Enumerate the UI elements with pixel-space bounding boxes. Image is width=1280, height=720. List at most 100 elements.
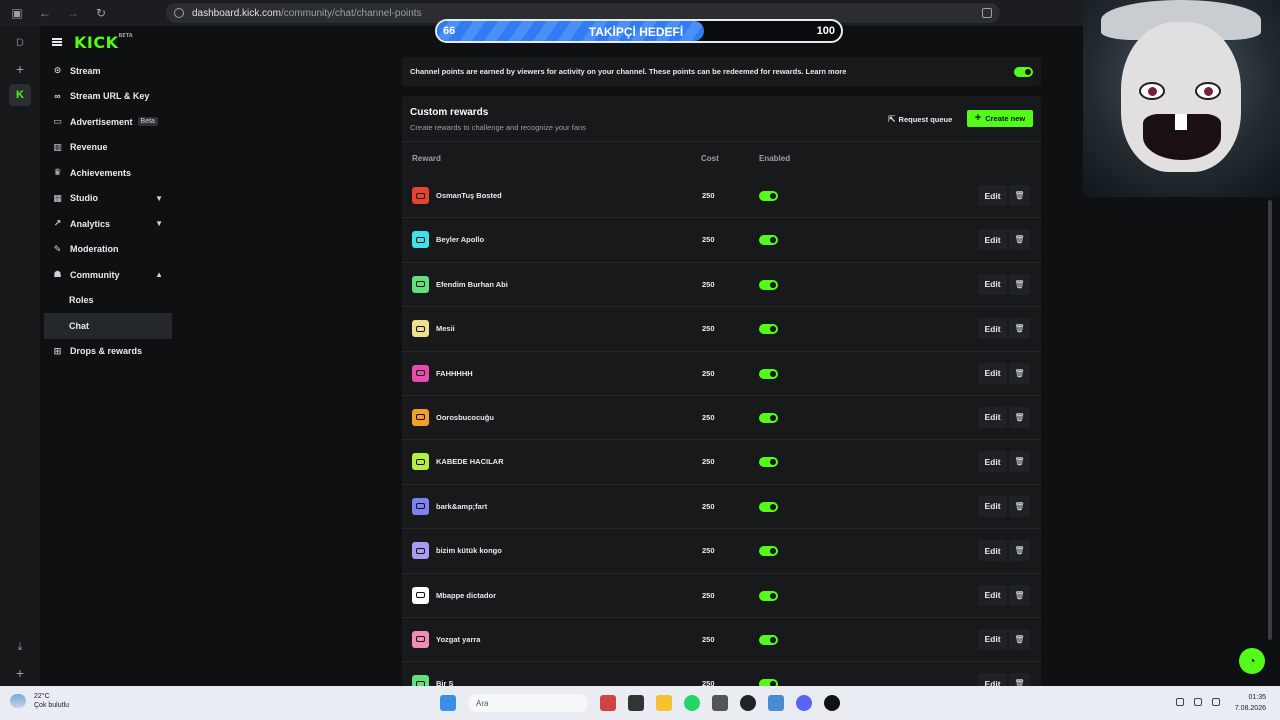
trash-icon[interactable]: 🗑 <box>1009 584 1030 606</box>
trash-icon[interactable]: 🗑 <box>1009 362 1030 384</box>
sidebar-toggle-icon[interactable]: ▣ <box>6 2 28 24</box>
right-eye <box>1195 82 1221 100</box>
discord-icon[interactable] <box>796 695 812 711</box>
reader-mode-icon[interactable] <box>982 8 992 18</box>
reward-name: Mbappe dictador <box>436 590 497 600</box>
trash-icon[interactable]: 🗑 <box>1009 318 1030 340</box>
reward-enabled-toggle[interactable] <box>759 412 778 423</box>
trash-icon[interactable]: 🗑 <box>1009 628 1030 650</box>
trash-icon[interactable]: 🗑 <box>1009 451 1030 473</box>
ad-icon: ▭ <box>53 116 62 127</box>
taskbar-search[interactable]: Ara <box>468 694 588 712</box>
kick-logo[interactable]: KICKBETA <box>74 33 133 52</box>
column-header-enabled: Enabled <box>759 154 791 163</box>
webcam-overlay <box>1083 0 1280 197</box>
edit-button[interactable]: Edit <box>978 451 1007 473</box>
rail-kick-item[interactable]: K <box>0 82 40 108</box>
forward-icon[interactable]: → <box>62 2 84 24</box>
edit-button[interactable]: Edit <box>978 628 1007 650</box>
settings-icon[interactable] <box>768 695 784 711</box>
chevron-down-icon: ▼ <box>155 219 163 229</box>
sidebar-item-label: Drops & rewards <box>70 346 143 357</box>
sidebar-item-chat[interactable]: Chat <box>44 313 172 339</box>
sidebar-item-achievements[interactable]: ♛ Achievements <box>40 160 180 186</box>
back-icon[interactable]: ← <box>34 2 56 24</box>
reward-enabled-toggle[interactable] <box>759 324 778 335</box>
edit-button[interactable]: Edit <box>978 273 1007 295</box>
trash-icon[interactable]: 🗑 <box>1009 229 1030 251</box>
file-explorer-icon[interactable] <box>656 695 672 711</box>
edit-button[interactable]: Edit <box>978 673 1007 686</box>
reward-enabled-toggle[interactable] <box>759 501 778 512</box>
edit-button[interactable]: Edit <box>978 318 1007 340</box>
volume-icon[interactable] <box>1212 698 1220 706</box>
sidebar-item-moderation[interactable]: ✎ Moderation <box>40 237 180 263</box>
url-host: dashboard.kick.com <box>192 7 281 19</box>
sidebar-item-studio[interactable]: ▦ Studio ▼ <box>40 186 180 212</box>
trash-icon[interactable]: 🗑 <box>1009 540 1030 562</box>
rail-add-icon[interactable]: + <box>0 56 40 82</box>
edit-button[interactable]: Edit <box>978 584 1007 606</box>
reward-enabled-toggle[interactable] <box>759 546 778 557</box>
app-icon[interactable] <box>712 695 728 711</box>
app-icon[interactable] <box>600 695 616 711</box>
site-info-icon[interactable] <box>174 8 184 18</box>
sidebar-item-advertisement[interactable]: ▭ Advertisement Beta <box>40 109 180 135</box>
reward-enabled-toggle[interactable] <box>759 235 778 246</box>
request-queue-button[interactable]: ⇱ Request queue <box>888 111 952 127</box>
app-icon[interactable] <box>824 695 840 711</box>
display-icon[interactable] <box>1194 698 1202 706</box>
edit-button[interactable]: Edit <box>978 362 1007 384</box>
edit-button[interactable]: Edit <box>978 540 1007 562</box>
task-view-icon[interactable] <box>628 695 644 711</box>
page-scrollbar[interactable] <box>1268 200 1272 640</box>
trash-icon[interactable]: 🗑 <box>1009 406 1030 428</box>
follower-goal-bar: 66 TAKİPÇİ HEDEFİ 100 <box>435 19 843 43</box>
whatsapp-icon[interactable] <box>684 695 700 711</box>
reward-enabled-toggle[interactable] <box>759 590 778 601</box>
weather-desc: Çok bulutlu <box>34 702 70 709</box>
wifi-icon[interactable] <box>1176 698 1184 706</box>
rail-letter[interactable]: D <box>0 30 40 56</box>
reward-enabled-toggle[interactable] <box>759 191 778 201</box>
sidebar-item-community[interactable]: ☗ Community ▲ <box>40 262 180 288</box>
clock[interactable]: 01:35 7.08.2026 <box>1235 692 1266 714</box>
sidebar-item-roles[interactable]: Roles <box>40 288 180 314</box>
create-new-button[interactable]: + Create new <box>967 110 1033 127</box>
reward-name: Yozgat yarra <box>436 634 481 644</box>
start-icon[interactable] <box>440 695 456 711</box>
sidebar-item-stream-url-key[interactable]: ∞ Stream URL & Key <box>40 84 180 110</box>
trash-icon[interactable]: 🗑 <box>1009 495 1030 517</box>
reward-enabled-toggle[interactable] <box>759 368 778 379</box>
trash-icon[interactable]: 🗑 <box>1009 273 1030 295</box>
trash-icon[interactable]: 🗑 <box>1009 185 1030 206</box>
reload-icon[interactable]: ↻ <box>90 2 112 24</box>
reward-enabled-toggle[interactable] <box>759 457 778 468</box>
obs-icon[interactable] <box>740 695 756 711</box>
edit-button[interactable]: Edit <box>978 495 1007 517</box>
sidebar-item-stream[interactable]: ⊙ Stream <box>40 58 180 84</box>
rail-add-bottom-icon[interactable]: + <box>0 660 40 686</box>
reward-enabled-toggle[interactable] <box>759 679 778 686</box>
reward-icon <box>412 675 429 686</box>
support-chat-button[interactable]: ◔ <box>1239 648 1265 674</box>
sidebar-item-label: Revenue <box>70 142 108 153</box>
reward-enabled-toggle[interactable] <box>759 279 778 290</box>
reward-name: bark&amp;fart <box>436 501 488 511</box>
trash-icon[interactable]: 🗑 <box>1009 673 1030 686</box>
menu-icon[interactable] <box>52 38 62 46</box>
reward-icon <box>412 542 429 560</box>
edit-button[interactable]: Edit <box>978 406 1007 428</box>
download-icon[interactable]: ⤓ <box>0 634 40 660</box>
reward-icon <box>412 275 429 293</box>
channel-points-description: Channel points are earned by viewers for… <box>410 67 847 76</box>
sidebar-item-drops-rewards[interactable]: ⊞ Drops & rewards <box>40 339 180 365</box>
reward-enabled-toggle[interactable] <box>759 634 778 645</box>
weather-widget[interactable]: 22°C Çok bulutlu <box>10 692 69 710</box>
sidebar-item-revenue[interactable]: ▥ Revenue <box>40 135 180 161</box>
edit-button[interactable]: Edit <box>978 185 1007 206</box>
sidebar-item-analytics[interactable]: ↗ Analytics ▼ <box>40 211 180 237</box>
edit-button[interactable]: Edit <box>978 229 1007 251</box>
table-row: KABEDE HACILAR 250 Edit 🗑 <box>402 440 1041 485</box>
channel-points-toggle[interactable] <box>1014 67 1033 77</box>
